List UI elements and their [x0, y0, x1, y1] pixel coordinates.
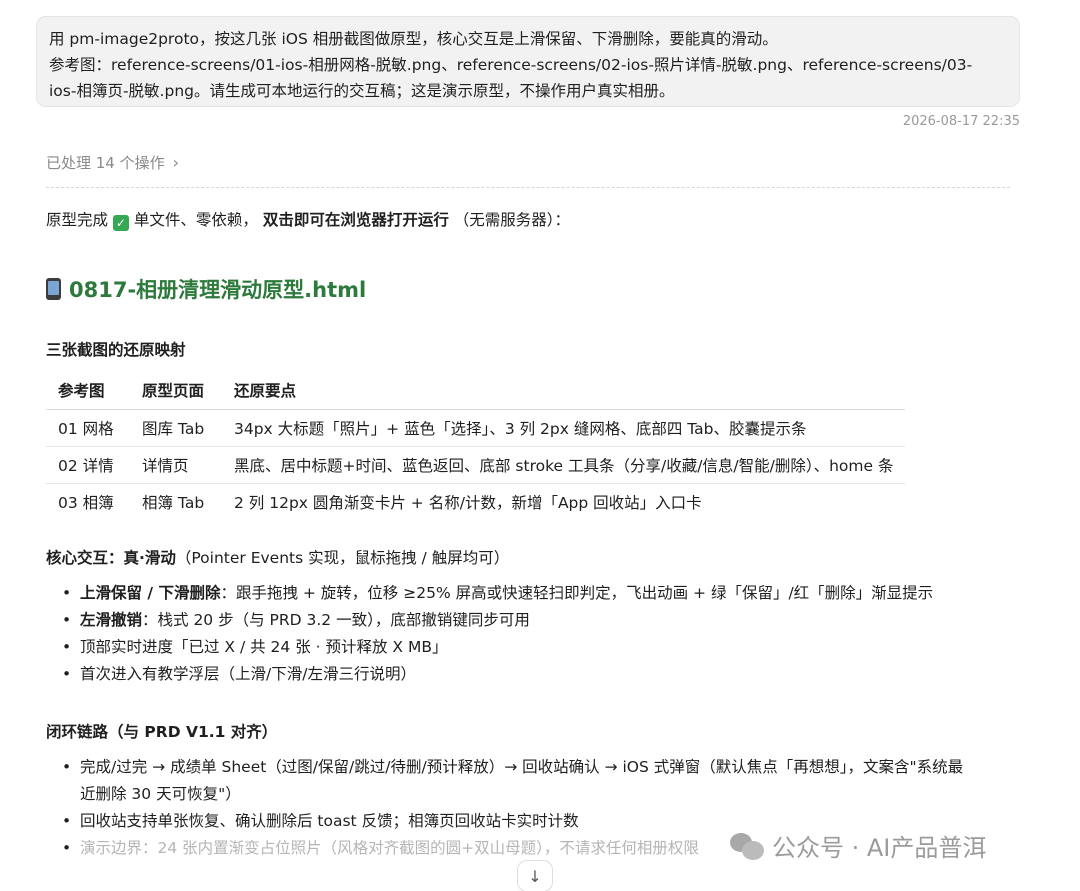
table-cell: 详情页 — [130, 446, 222, 484]
interaction-heading: 核心交互：真·滑动（Pointer Events 实现，鼠标拖拽 / 触屏均可） — [46, 546, 509, 568]
table-header: 参考图 — [46, 372, 130, 410]
list-item-text-cont: 近删除 30 天可恢复"） — [80, 785, 241, 803]
scroll-down-button[interactable]: ↓ — [517, 860, 553, 891]
user-prompt-bubble: 用 pm-image2proto，按这几张 iOS 相册截图做原型，核心交互是上… — [36, 16, 1020, 107]
mapping-heading: 三张截图的还原映射 — [46, 341, 186, 359]
interaction-heading-bold: 核心交互：真·滑动 — [46, 549, 176, 567]
prompt-line-2: 参考图：reference-screens/01-ios-相册网格-脱敏.png… — [49, 56, 973, 74]
prompt-line-1: 用 pm-image2proto，按这几张 iOS 相册截图做原型，核心交互是上… — [49, 30, 778, 48]
check-icon: ✓ — [112, 215, 129, 231]
table-header: 还原要点 — [222, 372, 906, 410]
watermark: 公众号 · AI产品普洱 — [730, 828, 986, 863]
message-timestamp: 2026-08-17 22:35 — [902, 114, 1020, 129]
table-header-row: 参考图 原型页面 还原要点 — [46, 372, 906, 410]
table-cell: 图库 Tab — [130, 409, 222, 447]
file-title-text: 0817-相册清理滑动原型.html — [69, 278, 367, 302]
table-cell: 03 相簿 — [58, 493, 114, 512]
intro-suffix: （无需服务器）： — [453, 211, 571, 229]
arrow-down-icon: ↓ — [528, 866, 542, 886]
prompt-line-3: ios-相簿页-脱敏.png。请生成可本地运行的交互稿；这是演示原型，不操作用户… — [49, 82, 675, 100]
list-item-text: 顶部实时进度「已过 X / 共 24 张 · 预计释放 X MB」 — [80, 638, 448, 656]
interaction-list: 上滑保留 / 下滑删除：跟手拖拽 + 旋转，位移 ≥25% 屏高或快速轻扫即判定… — [62, 580, 1022, 688]
list-item: 顶部实时进度「已过 X / 共 24 张 · 预计释放 X MB」 — [62, 634, 1022, 661]
list-item-text: 回收站支持单张恢复、确认删除后 toast 反馈；相簿页回收站卡实时计数 — [80, 812, 579, 830]
list-item-bold: 左滑撤销 — [80, 611, 143, 629]
table-cell: 02 详情 — [46, 446, 130, 484]
chevron-right-icon: › — [172, 153, 180, 172]
list-item-text: 演示边界：24 张内置渐变占位照片（风格对齐截图的圆+双山母题），不请求任何相册… — [80, 839, 699, 857]
list-item-text: ：跟手拖拽 + 旋转，位移 ≥25% 屏高或快速轻扫即判定，飞出动画 + 绿「保… — [220, 584, 934, 602]
wechat-icon — [730, 831, 764, 861]
intro-prefix: 原型完成 — [46, 211, 109, 229]
table-row: 03 相簿 相簿 Tab 2 列 12px 圆角渐变卡片 + 名称/计数，新增「… — [46, 483, 905, 520]
table-row: 02 详情 详情页 黑底、居中标题+时间、蓝色返回、底部 stroke 工具条（… — [46, 446, 906, 484]
processed-label: 已处理 14 个操作 — [46, 154, 165, 172]
divider — [46, 187, 1010, 188]
list-item: 上滑保留 / 下滑删除：跟手拖拽 + 旋转，位移 ≥25% 屏高或快速轻扫即判定… — [62, 580, 1022, 607]
list-item-text: 首次进入有教学浮层（上滑/下滑/左滑三行说明） — [80, 665, 416, 683]
list-item-text: 完成/过完 → 成绩单 Sheet（过图/保留/跳过/待删/预计释放）→ 回收站… — [80, 758, 964, 776]
table-row: 01 网格 图库 Tab 34px 大标题「照片」+ 蓝色「选择」、3 列 2p… — [46, 409, 906, 447]
table-cell: 黑底、居中标题+时间、蓝色返回、底部 stroke 工具条（分享/收藏/信息/智… — [222, 446, 906, 484]
interaction-heading-note: （Pointer Events 实现，鼠标拖拽 / 触屏均可） — [175, 549, 510, 567]
processed-actions-toggle[interactable]: 已处理 14 个操作 › — [46, 152, 179, 173]
file-title-link[interactable]: 0817-相册清理滑动原型.html — [46, 274, 366, 304]
table-cell: 相簿 Tab — [142, 493, 205, 512]
table-header: 原型页面 — [130, 372, 222, 410]
list-item: 完成/过完 → 成绩单 Sheet（过图/保留/跳过/待删/预计释放）→ 回收站… — [62, 754, 1022, 808]
watermark-text: 公众号 · AI产品普洱 — [772, 834, 987, 862]
loop-heading: 闭环链路（与 PRD V1.1 对齐） — [46, 723, 278, 741]
mapping-table: 参考图 原型页面 还原要点 01 网格 图库 Tab 34px 大标题「照片」+… — [46, 372, 906, 520]
mobile-phone-icon — [46, 278, 61, 300]
intro-bold: 双击即可在浏览器打开运行 — [262, 211, 449, 229]
list-item: 左滑撤销：栈式 20 步（与 PRD 3.2 一致），底部撤销键同步可用 — [62, 607, 1022, 634]
list-item: 首次进入有教学浮层（上滑/下滑/左滑三行说明） — [62, 661, 1022, 688]
table-cell: 2 列 12px 圆角渐变卡片 + 名称/计数，新增「App 回收站」入口卡 — [234, 493, 702, 512]
list-item-text: ：栈式 20 步（与 PRD 3.2 一致），底部撤销键同步可用 — [142, 611, 530, 629]
table-cell: 34px 大标题「照片」+ 蓝色「选择」、3 列 2px 缝网格、底部四 Tab… — [222, 409, 906, 447]
table-cell: 01 网格 — [46, 409, 130, 447]
list-item-bold: 上滑保留 / 下滑删除 — [80, 584, 221, 602]
intro-line: 原型完成 ✓ 单文件、零依赖， 双击即可在浏览器打开运行 （无需服务器）： — [46, 208, 570, 231]
intro-mid: 单文件、零依赖， — [133, 211, 258, 229]
